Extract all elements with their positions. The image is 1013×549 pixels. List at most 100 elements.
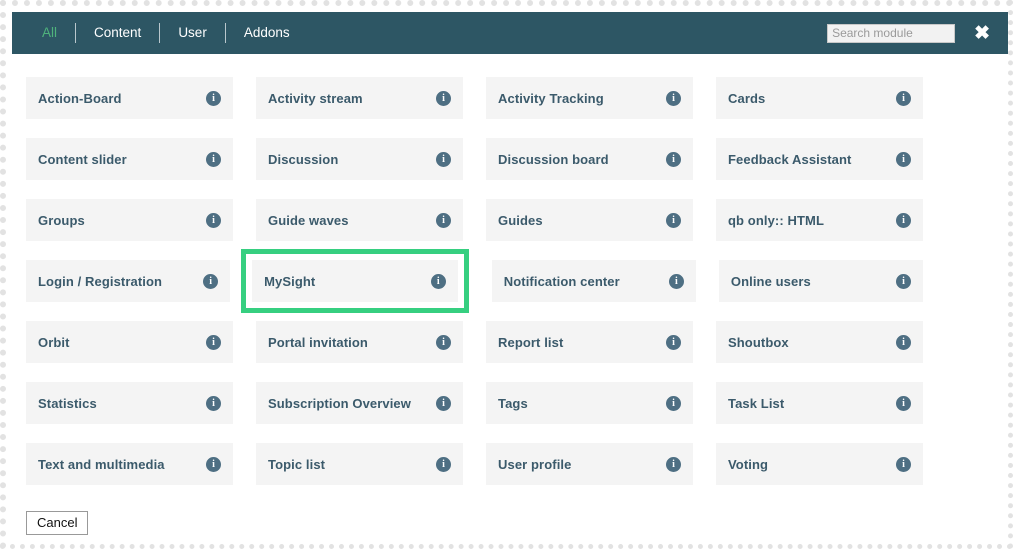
module-card[interactable]: Text and multimedia i [26, 443, 233, 485]
info-icon[interactable]: i [668, 273, 684, 289]
module-card[interactable]: Task List i [716, 382, 923, 424]
module-row: Action-Board i Activity stream i Activity Tr… [26, 77, 946, 119]
module-card[interactable]: Notification center i [491, 260, 696, 302]
tab-user[interactable]: User [160, 12, 225, 54]
info-icon[interactable]: i [896, 456, 911, 472]
module-card[interactable]: qb only:: HTML i [716, 199, 923, 241]
module-row: Content slider i Discussion i Discussion boa… [26, 138, 946, 180]
module-picker-dialog: AllContentUserAddons ✖ Action-Boardi Acti… [0, 0, 1013, 549]
info-icon[interactable]: i [206, 90, 221, 106]
module-card[interactable]: Guides i [486, 199, 693, 241]
info-icon[interactable]: i [436, 212, 451, 228]
info-icon[interactable]: i [206, 212, 221, 228]
module-card-label: Guides [498, 212, 543, 228]
module-card[interactable]: Cards i [716, 77, 923, 119]
module-card-label: Orbit [38, 334, 70, 350]
module-slot: Tags i [486, 382, 693, 424]
tab-addons[interactable]: Addons [226, 12, 308, 54]
info-icon[interactable]: i [896, 212, 911, 228]
module-slot: Feedback Assistant i [716, 138, 923, 180]
info-icon[interactable]: i [666, 90, 681, 106]
module-slot: Portal invitation i [256, 321, 463, 363]
module-row: Groups i Guide waves i Guides i qb only:: HTML… [26, 199, 946, 241]
module-card[interactable]: Activity Tracking i [486, 77, 693, 119]
tab-all[interactable]: All [24, 12, 75, 54]
module-card[interactable]: Report list i [486, 321, 693, 363]
tab-content[interactable]: Content [76, 12, 159, 54]
module-card-label: Activity stream [268, 90, 363, 106]
info-icon[interactable]: i [436, 395, 451, 411]
module-slot: Statistics i [26, 382, 233, 424]
module-slot: Shoutbox i [716, 321, 923, 363]
module-card[interactable]: Portal invitation i [256, 321, 463, 363]
module-row: Text and multimedia i Topic list i User prof… [26, 443, 946, 485]
module-card-label: Discussion board [498, 151, 609, 167]
module-card[interactable]: Voting i [716, 443, 923, 485]
module-slot: Content slider i [26, 138, 233, 180]
header-actions: ✖ [827, 23, 1008, 43]
module-slot: Activity stream i [256, 77, 463, 119]
module-slot: Orbit i [26, 321, 233, 363]
module-slot: Discussion board i [486, 138, 693, 180]
info-icon[interactable]: i [436, 151, 451, 167]
info-icon[interactable]: i [206, 395, 221, 411]
module-card[interactable]: MySight i [252, 260, 458, 302]
module-row: Login / Registration i MySight i Notificatio… [26, 249, 946, 313]
module-card[interactable]: User profile i [486, 443, 693, 485]
info-icon[interactable]: i [896, 90, 911, 106]
info-icon[interactable]: i [896, 151, 911, 167]
info-icon[interactable]: i [896, 334, 911, 350]
module-card[interactable]: Login / Registration i [26, 260, 231, 302]
module-card-label: MySight [264, 273, 316, 289]
module-card-label: Portal invitation [268, 334, 368, 350]
module-card-label: Groups [38, 212, 85, 228]
info-icon[interactable]: i [436, 90, 451, 106]
module-card[interactable]: Discussion i [256, 138, 463, 180]
module-slot: Subscription Overview i [256, 382, 463, 424]
info-icon[interactable]: i [666, 212, 681, 228]
cancel-button[interactable]: Cancel [26, 511, 89, 535]
info-icon[interactable]: i [895, 273, 911, 289]
module-slot: Notification center i [491, 260, 696, 302]
info-icon[interactable]: i [666, 151, 681, 167]
info-icon[interactable]: i [206, 151, 221, 167]
info-icon[interactable]: i [436, 456, 451, 472]
info-icon[interactable]: i [666, 334, 681, 350]
module-card[interactable]: Guide waves i [256, 199, 463, 241]
module-slot: User profile i [486, 443, 693, 485]
module-slot: qb only:: HTML i [716, 199, 923, 241]
module-row: Statistics i Subscription Overview i Tags i Ta… [26, 382, 946, 424]
close-icon[interactable]: ✖ [974, 24, 990, 43]
module-card[interactable]: Groups i [26, 199, 233, 241]
module-card[interactable]: Subscription Overview i [256, 382, 463, 424]
module-card[interactable]: Statistics i [26, 382, 233, 424]
module-card[interactable]: Action-Board i [26, 77, 233, 119]
module-card[interactable]: Activity stream i [256, 77, 463, 119]
module-grid: Action-Board i Activity stream i Activity Tr… [26, 77, 946, 504]
info-icon[interactable]: i [430, 273, 446, 289]
info-icon[interactable]: i [206, 334, 221, 350]
info-icon[interactable]: i [203, 273, 219, 289]
module-card[interactable]: Discussion board i [486, 138, 693, 180]
module-card-label: Online users [730, 273, 811, 289]
info-icon[interactable]: i [666, 395, 681, 411]
module-card[interactable]: Orbit i [26, 321, 233, 363]
module-slot: Cards i [716, 77, 923, 119]
module-card-label: Task List [728, 395, 785, 411]
module-slot: Task List i [716, 382, 923, 424]
info-icon[interactable]: i [206, 456, 221, 472]
module-card[interactable]: Topic list i [256, 443, 463, 485]
info-icon[interactable]: i [666, 456, 681, 472]
search-input[interactable] [827, 23, 956, 43]
module-card[interactable]: Online users i [718, 260, 923, 302]
module-card[interactable]: Content slider i [26, 138, 233, 180]
info-icon[interactable]: i [436, 334, 451, 350]
module-card[interactable]: Feedback Assistant i [716, 138, 923, 180]
module-card[interactable]: Shoutbox i [716, 321, 923, 363]
module-slot: Report list i [486, 321, 693, 363]
module-slot: Voting i [716, 443, 923, 485]
module-card[interactable]: Tags i [486, 382, 693, 424]
info-icon[interactable]: i [896, 395, 911, 411]
module-card-label: Guide waves [268, 212, 349, 228]
module-card-label: Shoutbox [728, 334, 789, 350]
